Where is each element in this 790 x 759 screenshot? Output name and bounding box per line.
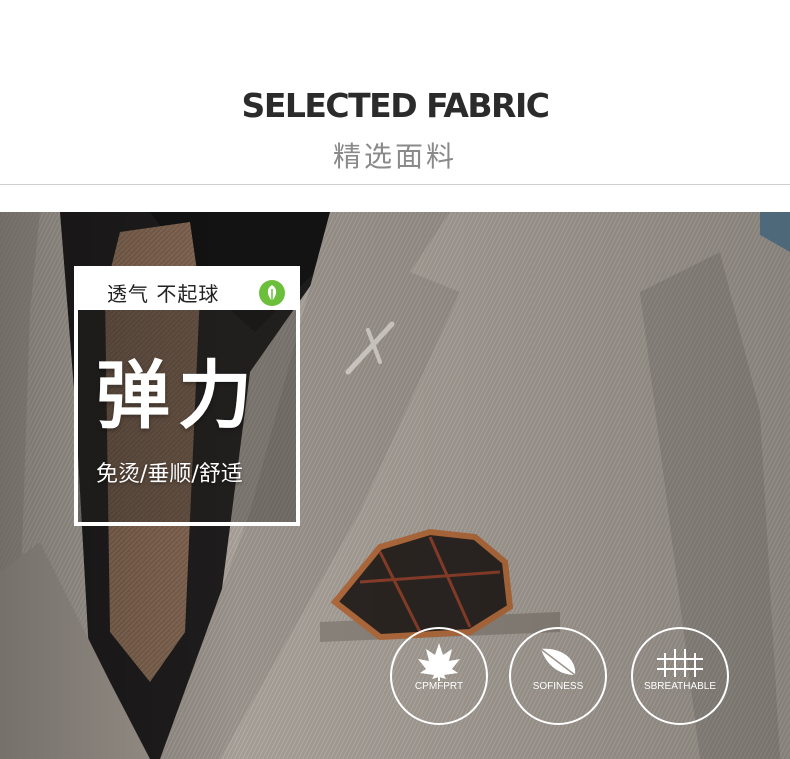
promo-subline: 免烫/垂顺/舒适 (96, 462, 243, 487)
feature-breathable: SBREATHABLE (631, 627, 729, 725)
promo-header-text: 透气 不起球 (107, 282, 220, 306)
feature-label: SBREATHABLE (643, 681, 717, 692)
promo-headline: 弹力 (96, 353, 260, 439)
promo-header: 透气 不起球 (74, 266, 300, 310)
feature-comfort: CPMFPRT (390, 627, 488, 725)
feature-label: SOFINESS (532, 681, 584, 692)
feature-softness: SOFINESS (509, 627, 607, 725)
fence-icon (657, 649, 703, 677)
page-title: SELECTED FABRIC (241, 86, 550, 125)
header: SELECTED FABRIC 精选面料 (0, 0, 790, 212)
page-subtitle: 精选面料 (332, 141, 457, 172)
promo-card: 透气 不起球 弹力 免烫/垂顺/舒适 (74, 266, 300, 526)
maple-leaf-icon (418, 643, 460, 681)
feather-icon (540, 648, 576, 676)
leaf-icon (259, 280, 285, 306)
header-divider (0, 184, 790, 185)
feature-label: CPMFPRT (414, 681, 464, 692)
